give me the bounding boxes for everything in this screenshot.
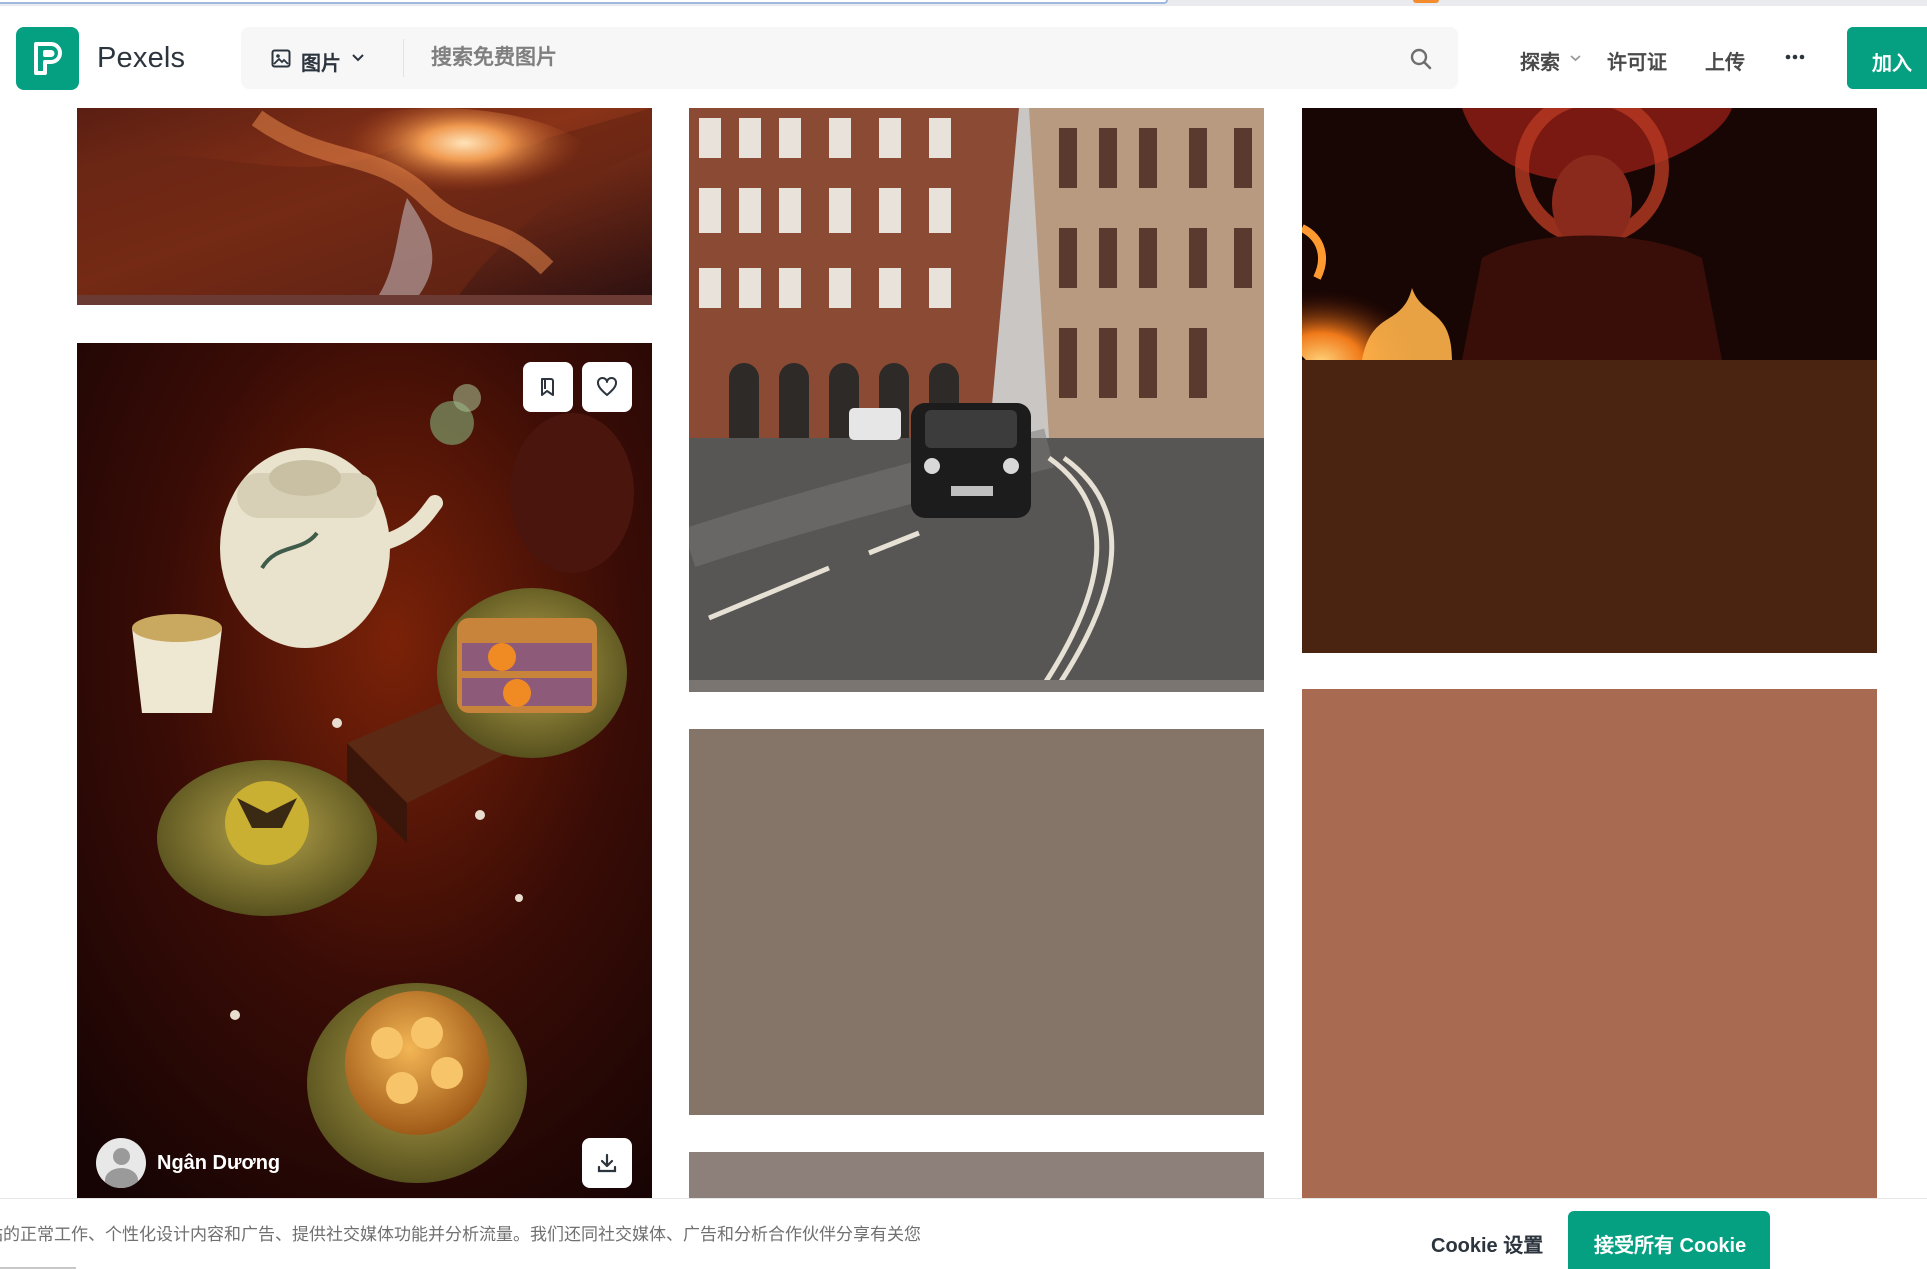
author-name: Ngân Dương	[157, 1151, 281, 1174]
cookie-message: 站的正常工作、个性化设计内容和广告、提供社交媒体功能并分析流量。我们还同社交媒体…	[0, 1225, 921, 1244]
photo-author[interactable]: Ngân Dương	[96, 1138, 280, 1188]
collect-icon	[541, 378, 554, 396]
photo-tile-fire-dancer[interactable]	[1302, 108, 1877, 653]
join-button[interactable]: 加入	[1847, 27, 1927, 89]
photo-tile-canyon[interactable]	[77, 108, 652, 305]
user-avatar-icon	[96, 1138, 146, 1188]
cookie-settings-link[interactable]: Cookie 设置	[1431, 1229, 1543, 1258]
canyon-photo	[77, 108, 652, 305]
chevron-down-icon[interactable]	[1569, 53, 1582, 63]
more-dots-icon[interactable]	[1784, 53, 1806, 61]
search-type-label: 图片	[301, 53, 341, 75]
search-icon[interactable]	[1409, 47, 1433, 71]
like-button[interactable]	[582, 362, 632, 412]
london-street-photo	[689, 108, 1264, 692]
nav-license[interactable]: 许可证	[1607, 46, 1667, 75]
search-bar: 图片	[241, 27, 1458, 89]
browser-indicator	[1413, 0, 1439, 3]
fire-dancer-photo	[1302, 108, 1877, 360]
search-divider	[403, 39, 404, 77]
cookie-banner: 站的正常工作、个性化设计内容和广告、提供社交媒体功能并分析流量。我们还同社交媒体…	[0, 1198, 1927, 1269]
accept-all-cookies-button[interactable]: 接受所有 Cookie	[1568, 1211, 1770, 1269]
collect-button[interactable]	[523, 362, 573, 412]
download-button[interactable]	[582, 1138, 632, 1188]
image-icon	[271, 49, 291, 68]
photo-tile-placeholder-taupe[interactable]	[689, 729, 1264, 1115]
heart-icon	[597, 376, 617, 396]
nav-explore[interactable]: 探索	[1520, 46, 1560, 75]
brand-name[interactable]: Pexels	[97, 42, 185, 75]
site-header: Pexels 图片 探索 许可证 上传 加入	[0, 6, 1927, 108]
pexels-logo-icon	[34, 42, 62, 75]
chevron-down-icon	[352, 54, 364, 62]
photo-tile-london-street[interactable]	[689, 108, 1264, 692]
search-type-dropdown[interactable]: 图片	[241, 27, 403, 89]
nav-upload[interactable]: 上传	[1705, 46, 1745, 75]
photo-tile-placeholder-terracotta[interactable]	[1302, 689, 1877, 1209]
download-icon	[597, 1153, 617, 1173]
search-input[interactable]	[431, 41, 1371, 75]
mooncake-tea-photo	[77, 343, 652, 1198]
browser-address-edge	[0, 0, 1168, 4]
photo-tile-mooncakes[interactable]: Ngân Dương	[77, 343, 652, 1198]
pexels-logo[interactable]	[16, 27, 79, 90]
